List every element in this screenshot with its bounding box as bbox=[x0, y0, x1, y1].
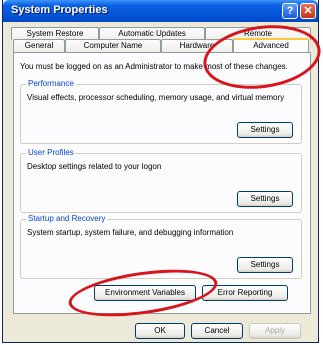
user-profiles-group: User Profiles Desktop settings related t… bbox=[20, 148, 302, 213]
ok-button[interactable]: OK bbox=[135, 323, 185, 339]
tab-general[interactable]: General bbox=[13, 39, 65, 52]
user-profiles-legend: User Profiles bbox=[26, 148, 76, 157]
performance-description: Visual effects, processor scheduling, me… bbox=[27, 93, 285, 102]
title-bar[interactable]: System Properties ? ✕ bbox=[3, 0, 318, 22]
startup-recovery-description: System startup, system failure, and debu… bbox=[27, 228, 234, 237]
tab-computer-name[interactable]: Computer Name bbox=[65, 39, 161, 52]
user-profiles-description: Desktop settings related to your logon bbox=[27, 162, 162, 171]
apply-button[interactable]: Apply bbox=[249, 323, 301, 339]
cancel-button[interactable]: Cancel bbox=[191, 323, 243, 339]
startup-recovery-settings-button[interactable]: Settings bbox=[237, 257, 293, 273]
window-title: System Properties bbox=[11, 4, 108, 16]
help-button[interactable]: ? bbox=[282, 3, 298, 19]
performance-legend: Performance bbox=[26, 79, 76, 88]
close-button[interactable]: ✕ bbox=[300, 3, 316, 19]
startup-recovery-legend: Startup and Recovery bbox=[26, 214, 108, 223]
performance-group: Performance Visual effects, processor sc… bbox=[20, 79, 302, 144]
performance-settings-button[interactable]: Settings bbox=[237, 122, 293, 138]
user-profiles-settings-button[interactable]: Settings bbox=[237, 191, 293, 207]
